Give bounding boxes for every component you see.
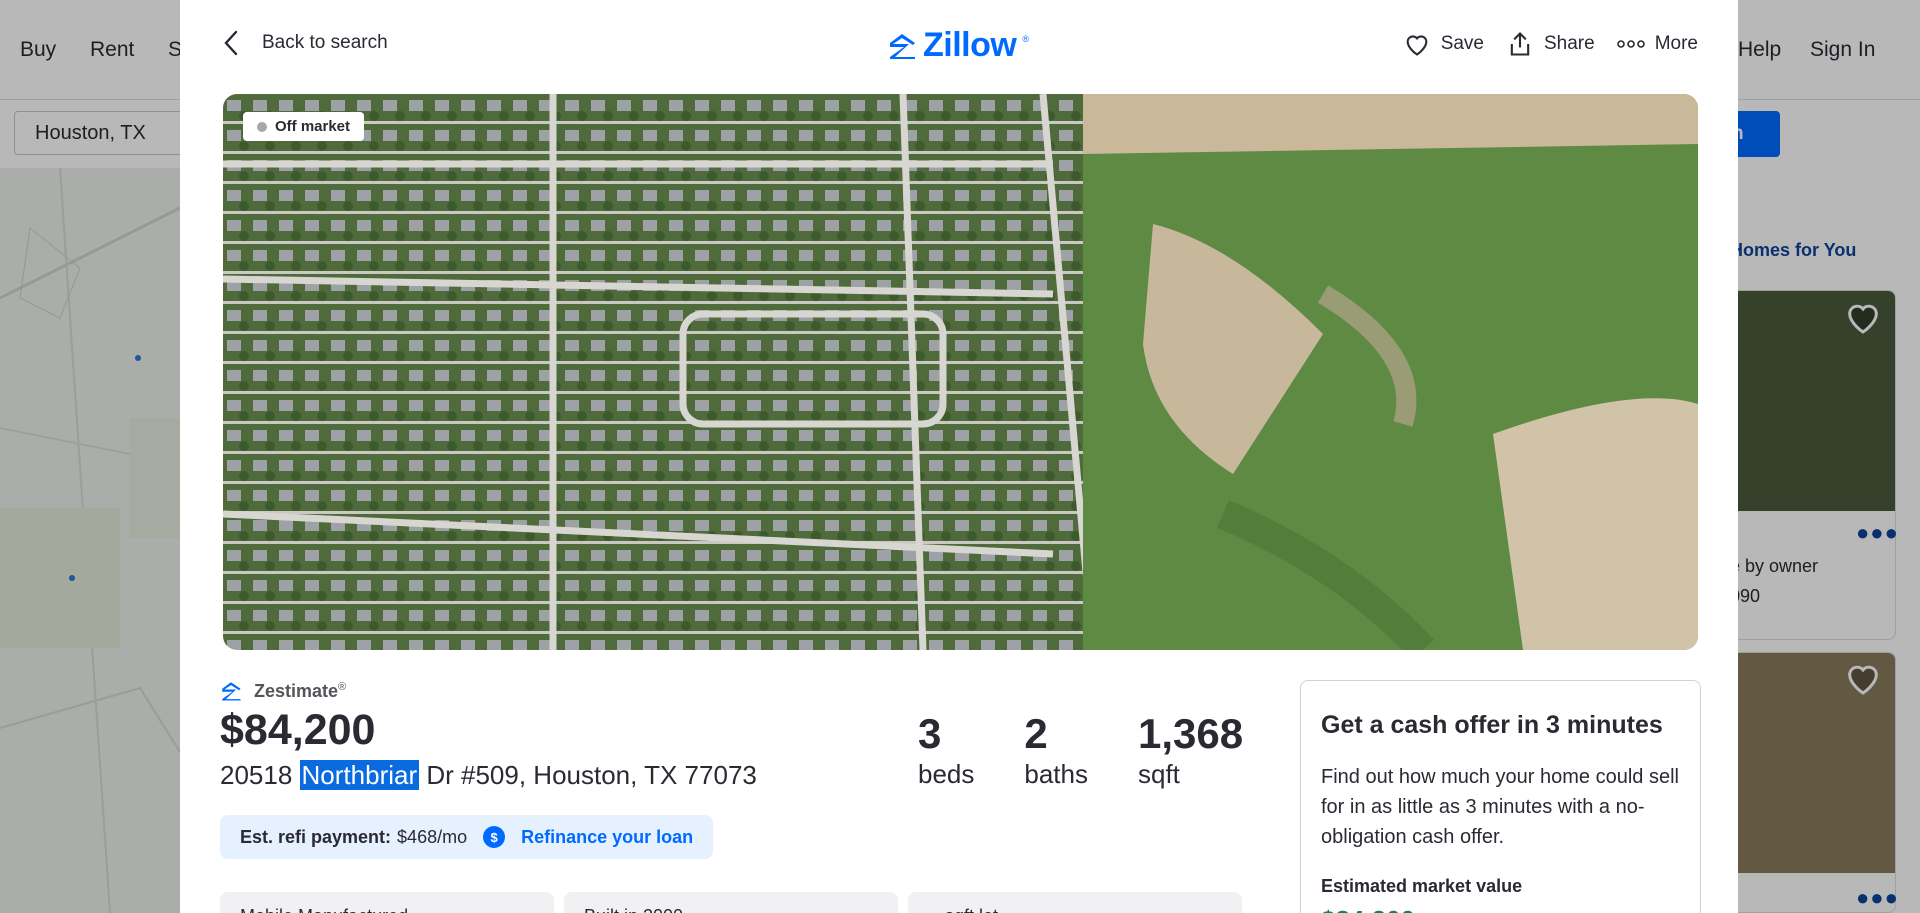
zillow-logo[interactable]: Zillow ®: [887, 26, 1029, 65]
modal-header: Back to search Zillow ® Save Share More: [180, 0, 1738, 94]
back-label: Back to search: [262, 32, 388, 53]
heart-icon: [1406, 35, 1428, 56]
back-to-search-button[interactable]: Back to search: [224, 30, 388, 56]
off-market-badge: Off market: [243, 112, 365, 141]
property-price: $84,200: [220, 706, 376, 754]
zillow-house-icon: [222, 682, 241, 701]
property-detail-modal: Back to search Zillow® Save Share More: [180, 0, 1738, 913]
zestimate-text: Zestimate: [254, 680, 339, 701]
modal-actions: Save Share More: [1403, 30, 1698, 58]
chip-year-built: Built in 2000: [564, 892, 898, 913]
save-button[interactable]: Save: [1403, 31, 1484, 57]
dollar-icon: $: [483, 826, 506, 848]
chip-home-type: Mobile Manufactured: [220, 892, 554, 913]
baths-fact: 2 baths: [1024, 710, 1088, 789]
property-photo[interactable]: Off market: [223, 94, 1698, 650]
logo-text: Zillow: [923, 26, 1017, 64]
chevron-left-icon: [224, 30, 238, 56]
share-icon: [1510, 32, 1530, 56]
share-label: Share: [1544, 33, 1595, 54]
fact-chips: Mobile Manufactured Built in 2000 -- sqf…: [220, 892, 1242, 913]
cash-offer-body: Find out how much your home could sell f…: [1321, 766, 1679, 848]
property-facts: 3 beds 2 baths 1,368 sqft: [918, 710, 1243, 790]
zillow-house-icon: [890, 33, 915, 59]
refi-value: $468/mo: [397, 826, 468, 847]
address-selection: Northbriar: [299, 760, 420, 790]
refi-payment-banner: Est. refi payment: $468/mo $ Refinance y…: [220, 815, 714, 859]
sqft-fact: 1,368 sqft: [1138, 710, 1244, 789]
aerial-photo: [223, 94, 1698, 650]
cash-offer-card: Get a cash offer in 3 minutes Find out h…: [1300, 680, 1701, 913]
more-icon: [1616, 40, 1645, 48]
cash-offer-title: Get a cash offer in 3 minutes: [1321, 711, 1663, 739]
save-label: Save: [1440, 33, 1484, 54]
chip-lot-size: -- sqft lot: [908, 892, 1242, 913]
more-button[interactable]: More: [1616, 33, 1698, 55]
more-label: More: [1654, 33, 1698, 54]
status-dot-icon: [257, 121, 267, 132]
badge-label: Off market: [275, 118, 351, 135]
refinance-link[interactable]: Refinance your loan: [521, 827, 693, 848]
beds-fact: 3 beds: [918, 710, 975, 789]
zestimate-label[interactable]: Zestimate®: [220, 680, 346, 702]
zestimate-reg: ®: [338, 680, 347, 693]
refi-label: Est. refi payment:: [240, 826, 392, 847]
property-address: 20518 Northbriar Dr #509, Houston, TX 77…: [220, 760, 757, 790]
estimated-value-label: Estimated market value: [1321, 876, 1523, 896]
share-button[interactable]: Share: [1506, 30, 1595, 58]
estimated-value: $84,200: [1321, 905, 1680, 913]
